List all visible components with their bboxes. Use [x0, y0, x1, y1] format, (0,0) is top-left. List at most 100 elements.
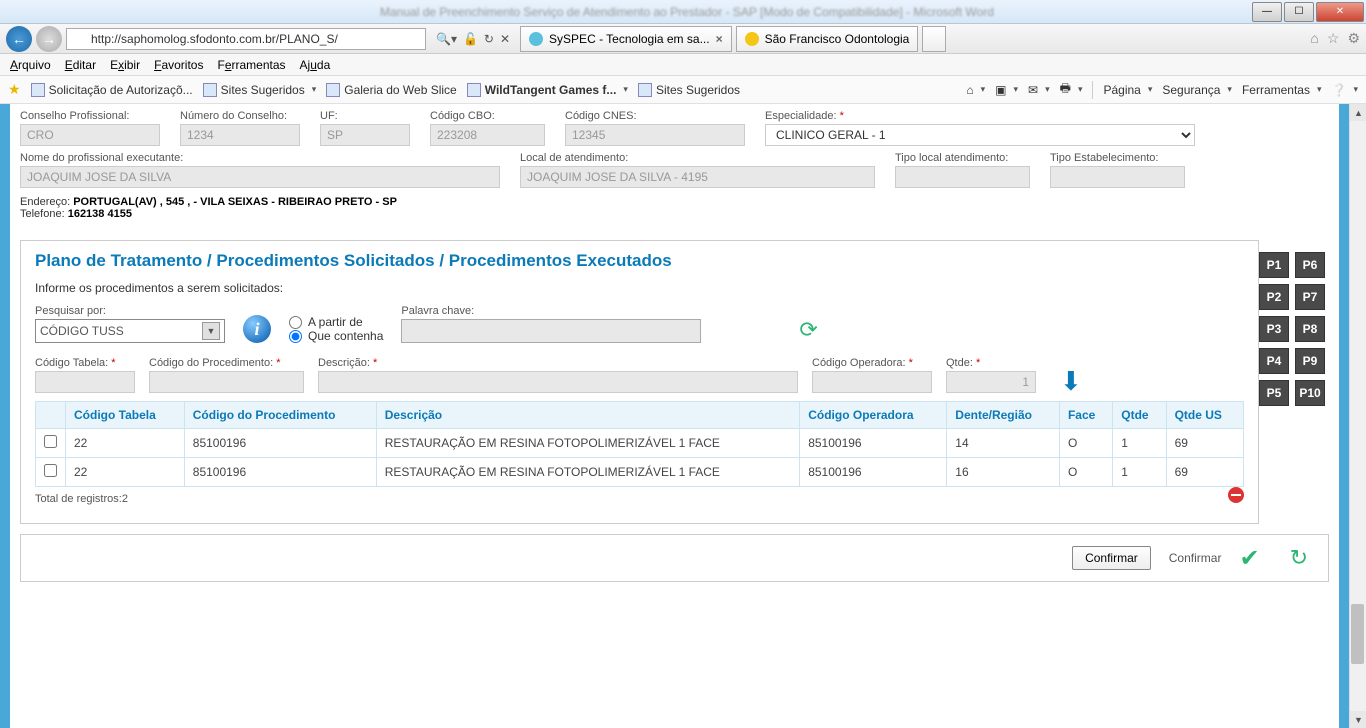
menu-ferramentas[interactable]: Ferramentas — [217, 58, 285, 72]
qtde-input[interactable] — [946, 371, 1036, 393]
radio-apartir[interactable]: A partir de — [289, 315, 383, 329]
pesquisar-select[interactable]: CÓDIGO TUSS ▼ — [35, 319, 225, 343]
page-button-p8[interactable]: P8 — [1295, 316, 1325, 342]
help-menu[interactable]: ❔ — [1332, 83, 1358, 97]
cbo-input[interactable] — [430, 124, 545, 146]
page-button-p9[interactable]: P9 — [1295, 348, 1325, 374]
tools-menu[interactable]: Ferramentas — [1242, 83, 1322, 97]
reload-icon[interactable]: ↻ — [1290, 545, 1308, 571]
nome-label: Nome do profissional executante: — [20, 152, 500, 164]
tab-syspec[interactable]: SySPEC - Tecnologia em sa... × — [520, 26, 732, 52]
addr-tools: 🔍▾ 🔓 ↻ ✕ — [430, 32, 516, 46]
row-checkbox[interactable] — [44, 464, 57, 477]
check-icon[interactable]: ✔ — [1239, 544, 1259, 573]
fav-sites-sugeridos[interactable]: Sites Sugeridos — [203, 83, 317, 97]
delete-icon[interactable] — [1228, 487, 1244, 503]
window-close-button[interactable]: ✕ — [1316, 2, 1364, 22]
window-restore-button[interactable]: ☐ — [1284, 2, 1314, 22]
numero-input[interactable] — [180, 124, 300, 146]
col-qtde[interactable]: Qtde — [1113, 402, 1166, 429]
tab-label: SySPEC - Tecnologia em sa... — [549, 32, 710, 46]
fav-wildtangent[interactable]: WildTangent Games f... — [467, 83, 628, 97]
tipolocal-input[interactable] — [895, 166, 1030, 188]
menu-ajuda[interactable]: Ajuda — [300, 58, 331, 72]
info-icon[interactable]: i — [243, 315, 271, 343]
page-viewport: Conselho Profissional: Número do Conselh… — [0, 104, 1366, 728]
menu-favoritos[interactable]: Favoritos — [154, 58, 203, 72]
fav-sites-sugeridos-2[interactable]: Sites Sugeridos — [638, 83, 740, 97]
page-menu[interactable]: Página — [1103, 83, 1152, 97]
stop-icon[interactable]: ✕ — [500, 32, 510, 46]
back-button[interactable]: ← — [6, 26, 32, 52]
espec-select[interactable]: CLINICO GERAL - 1 — [765, 124, 1195, 146]
page-button-p5[interactable]: P5 — [1259, 380, 1289, 406]
arrow-down-icon[interactable]: ⬇ — [1060, 366, 1082, 397]
conselho-input[interactable] — [20, 124, 160, 146]
menu-editar[interactable]: Editar — [65, 58, 96, 72]
refresh-icon[interactable]: ↻ — [484, 32, 494, 46]
confirm-label: Confirmar — [1169, 551, 1222, 565]
feeds-dropdown[interactable]: ▣ — [995, 83, 1018, 97]
address-bar[interactable]: http://saphomolog.sfodonto.com.br/PLANO_… — [66, 28, 426, 50]
page-button-p3[interactable]: P3 — [1259, 316, 1289, 342]
page-button-p10[interactable]: P10 — [1295, 380, 1325, 406]
fav-solicitacao[interactable]: Solicitação de Autorizaçõ... — [31, 83, 193, 97]
local-input[interactable] — [520, 166, 875, 188]
address-block: Endereço: PORTUGAL(AV) , 545 , - VILA SE… — [20, 196, 1329, 220]
page-button-p7[interactable]: P7 — [1295, 284, 1325, 310]
codop-input[interactable] — [812, 371, 932, 393]
scroll-thumb[interactable] — [1351, 604, 1364, 664]
page-button-p4[interactable]: P4 — [1259, 348, 1289, 374]
add-favorite-icon[interactable]: ★ — [8, 81, 21, 98]
confirm-button[interactable]: Confirmar — [1072, 546, 1151, 570]
forward-button[interactable]: → — [36, 26, 62, 52]
professional-panel: Conselho Profissional: Número do Conselh… — [20, 104, 1329, 230]
scroll-up-icon[interactable]: ▲ — [1350, 104, 1366, 121]
col-dente[interactable]: Dente/Região — [947, 402, 1060, 429]
page-buttons: P1P6P2P7P3P8P4P9P5P10 — [1259, 252, 1325, 406]
fav-galeria[interactable]: Galeria do Web Slice — [326, 83, 457, 97]
menu-arquivo[interactable]: Arquivo — [10, 58, 51, 72]
lock-icon[interactable]: 🔓 — [463, 32, 478, 46]
tab-close-icon[interactable]: × — [716, 32, 723, 46]
col-desc[interactable]: Descrição — [376, 402, 799, 429]
scroll-down-icon[interactable]: ▼ — [1350, 711, 1366, 728]
nome-input[interactable] — [20, 166, 500, 188]
page-button-p2[interactable]: P2 — [1259, 284, 1289, 310]
uf-input[interactable] — [320, 124, 410, 146]
radio-contenha[interactable]: Que contenha — [289, 329, 383, 343]
url-text: http://saphomolog.sfodonto.com.br/PLANO_… — [91, 32, 338, 46]
window-minimize-button[interactable]: — — [1252, 2, 1282, 22]
col-face[interactable]: Face — [1059, 402, 1112, 429]
search-dropdown-icon[interactable]: 🔍▾ — [436, 32, 457, 46]
menu-exibir[interactable]: Exibir — [110, 58, 140, 72]
col-codop[interactable]: Código Operadora — [800, 402, 947, 429]
favorites-bar: ★ Solicitação de Autorizaçõ... Sites Sug… — [0, 76, 1366, 104]
codtab-input[interactable] — [35, 371, 135, 393]
uf-label: UF: — [320, 110, 410, 122]
refresh-icon[interactable]: ⟳ — [799, 317, 817, 343]
desc-input[interactable] — [318, 371, 798, 393]
favorites-star-icon[interactable]: ☆ — [1327, 30, 1340, 47]
col-codproc[interactable]: Código do Procedimento — [184, 402, 376, 429]
col-qtdeus[interactable]: Qtde US — [1166, 402, 1243, 429]
page-button-p1[interactable]: P1 — [1259, 252, 1289, 278]
tipoestab-input[interactable] — [1050, 166, 1185, 188]
mail-dropdown[interactable]: ✉ — [1028, 83, 1050, 97]
security-menu[interactable]: Segurança — [1162, 83, 1232, 97]
home-icon[interactable]: ⌂ — [1310, 30, 1318, 47]
print-dropdown[interactable]: 🖶 — [1060, 79, 1083, 100]
codproc-input[interactable] — [149, 371, 304, 393]
page-icon — [467, 83, 481, 97]
home-dropdown[interactable]: ⌂ — [966, 83, 985, 97]
page-button-p6[interactable]: P6 — [1295, 252, 1325, 278]
cnes-input[interactable] — [565, 124, 745, 146]
table-row: 2285100196RESTAURAÇÃO EM RESINA FOTOPOLI… — [36, 458, 1244, 487]
vertical-scrollbar[interactable]: ▲ ▼ — [1349, 104, 1366, 728]
tools-gear-icon[interactable]: ⚙ — [1347, 30, 1360, 47]
row-checkbox[interactable] — [44, 435, 57, 448]
new-tab-button[interactable] — [922, 26, 946, 52]
tab-sfodonto[interactable]: São Francisco Odontologia — [736, 26, 919, 52]
palavra-input[interactable] — [401, 319, 701, 343]
col-codtab[interactable]: Código Tabela — [66, 402, 185, 429]
